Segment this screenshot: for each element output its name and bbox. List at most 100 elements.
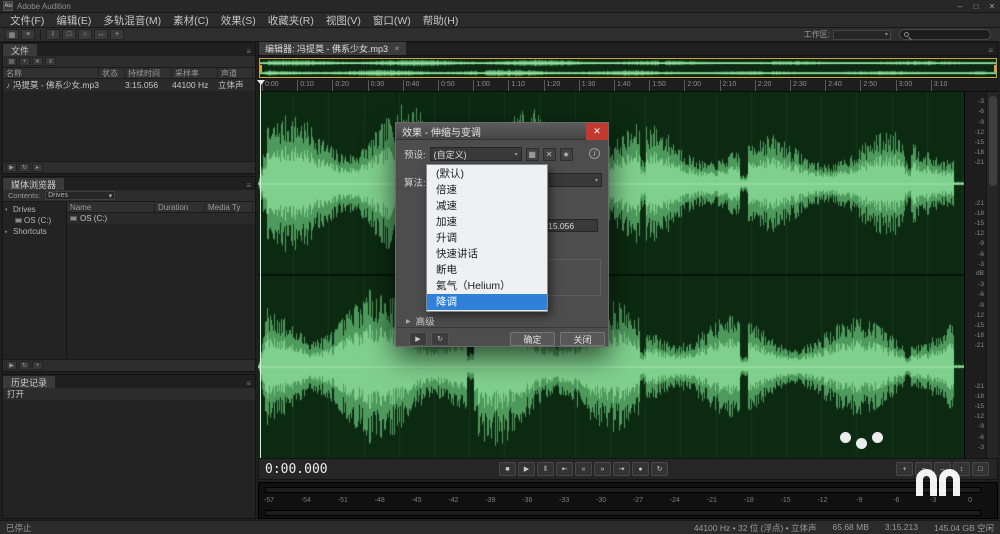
editor-tab[interactable]: 编辑器: 冯提莫 - 佛系少女.mp3 ✕ xyxy=(259,42,406,55)
tree-item-drives[interactable]: ▾ Drives xyxy=(3,204,66,215)
lasso-selection-tool-icon[interactable]: ○ xyxy=(78,29,92,40)
file-row[interactable]: ♪ 冯提莫 - 佛系少女.mp3 3:15.056 44100 Hz 立体声 xyxy=(3,79,255,91)
dialog-title-bar[interactable]: 效果 - 伸缩与变调 xyxy=(396,123,608,140)
rewind-button[interactable]: « xyxy=(575,462,592,476)
fast-forward-button[interactable]: » xyxy=(594,462,611,476)
delete-preset-icon[interactable]: ✕ xyxy=(542,147,556,161)
files-panel-menu-icon[interactable]: ≡ xyxy=(246,47,255,56)
algorithm-dropdown[interactable]: ▾ xyxy=(549,173,602,187)
loop-playback-icon[interactable]: ↻ xyxy=(19,163,30,172)
menu-item[interactable]: 窗口(W) xyxy=(367,13,417,28)
preset-option[interactable]: 加速 xyxy=(427,214,547,230)
column-header-media-name[interactable]: Name xyxy=(67,202,155,212)
record-button[interactable]: ● xyxy=(632,462,649,476)
history-panel-menu-icon[interactable]: ≡ xyxy=(246,379,255,388)
play-button[interactable]: ▶ xyxy=(518,462,535,476)
new-content-icon[interactable]: + xyxy=(19,57,30,66)
waveform-canvas[interactable] xyxy=(258,92,964,458)
search-input[interactable] xyxy=(899,29,991,40)
spot-healing-tool-icon[interactable]: + xyxy=(110,29,124,40)
slip-tool-icon[interactable]: ↔ xyxy=(94,29,108,40)
history-item[interactable]: 打开 xyxy=(3,388,255,400)
import-file-icon[interactable]: ▤ xyxy=(6,57,17,66)
play-media-icon[interactable]: ▶ xyxy=(6,361,17,370)
close-file-icon[interactable]: ✕ xyxy=(32,57,43,66)
menu-item[interactable]: 编辑(E) xyxy=(50,13,97,28)
media-row[interactable]: OS (C:) xyxy=(67,213,255,224)
favorite-preset-icon[interactable]: ★ xyxy=(559,147,573,161)
skip-to-start-button[interactable]: ⇤ xyxy=(556,462,573,476)
preset-option[interactable]: 快速讲话 xyxy=(427,246,547,262)
preview-play-button[interactable]: ▶ xyxy=(409,332,427,346)
insert-into-multitrack-icon[interactable]: ≡ xyxy=(45,57,56,66)
media-location-dropdown[interactable]: Drives ▾ xyxy=(45,191,116,200)
column-header-status[interactable]: 状态 xyxy=(99,68,125,78)
dialog-close-icon[interactable]: ✕ xyxy=(586,123,608,140)
close-window-button[interactable]: ✕ xyxy=(984,2,1000,11)
tree-item-shortcuts[interactable]: ▸ Shortcuts xyxy=(3,226,66,237)
menu-item[interactable]: 素材(C) xyxy=(167,13,215,28)
preset-option[interactable]: 减速 xyxy=(427,198,547,214)
time-selection-tool-icon[interactable]: I xyxy=(46,29,60,40)
menu-item[interactable]: 文件(F) xyxy=(4,13,50,28)
menu-item[interactable]: 帮助(H) xyxy=(417,13,465,28)
preset-option[interactable]: 升调 xyxy=(427,230,547,246)
media-panel-menu-icon[interactable]: ≡ xyxy=(246,181,255,190)
ok-button[interactable]: 确定 xyxy=(510,332,555,346)
waveform-view-icon[interactable]: ▦ xyxy=(5,29,19,40)
tab-media-browser[interactable]: 媒体浏览器 xyxy=(3,178,65,190)
marquee-selection-tool-icon[interactable]: □ xyxy=(62,29,76,40)
editor-panel-menu-icon[interactable]: ≡ xyxy=(988,46,997,55)
maximize-button[interactable]: □ xyxy=(968,2,984,11)
pause-button[interactable]: ‖ xyxy=(537,462,554,476)
overview-range-selector[interactable] xyxy=(259,58,997,78)
playhead[interactable] xyxy=(257,80,265,458)
play-file-icon[interactable]: ▶ xyxy=(6,163,17,172)
title-bar[interactable]: Au Adobe Audition – □ ✕ xyxy=(0,0,1000,13)
overview-navigator[interactable] xyxy=(258,57,998,79)
auto-play-icon[interactable]: ▸ xyxy=(32,163,43,172)
preset-dropdown[interactable]: (自定义) ▾ xyxy=(429,147,522,161)
menu-item[interactable]: 收藏夹(R) xyxy=(262,13,320,28)
tree-collapsed-icon[interactable]: ▸ xyxy=(5,229,11,235)
preset-option[interactable]: (默认) xyxy=(427,166,547,182)
scrollbar-thumb[interactable] xyxy=(989,96,997,186)
vertical-scrollbar[interactable] xyxy=(986,92,998,458)
column-header-name[interactable]: 名称 xyxy=(3,68,99,78)
loop-playback-button[interactable]: ↻ xyxy=(651,462,668,476)
minimize-button[interactable]: – xyxy=(952,2,968,11)
tab-files[interactable]: 文件 xyxy=(3,44,38,56)
waveform-display[interactable] xyxy=(258,92,964,458)
menu-item[interactable]: 视图(V) xyxy=(320,13,367,28)
menu-item[interactable]: 多轨混音(M) xyxy=(97,13,167,28)
add-shortcut-icon[interactable]: + xyxy=(32,361,43,370)
zoom-full-button[interactable]: □ xyxy=(972,462,989,476)
db-ruler[interactable]: -3 -3 -6 -6 -9 -9 -12 -12 -15 -15 -18 -18 -21 -21 -3 -3… xyxy=(964,92,986,458)
stop-button[interactable]: ■ xyxy=(499,462,516,476)
advanced-toggle[interactable]: ▶ 高级 xyxy=(406,314,435,328)
column-header-channels[interactable]: 声道 xyxy=(218,68,253,78)
close-dialog-button[interactable]: 关闭 xyxy=(560,332,605,346)
column-header-media-type[interactable]: Media Ty xyxy=(205,202,253,212)
column-header-sample-rate[interactable]: 采样率 xyxy=(172,68,218,78)
multitrack-view-icon[interactable]: ≡ xyxy=(21,29,35,40)
column-header-media-duration[interactable]: Duration xyxy=(155,202,205,212)
menu-item[interactable]: 效果(S) xyxy=(215,13,262,28)
preset-option[interactable]: 倍速 xyxy=(427,182,547,198)
zoom-in-button[interactable]: + xyxy=(896,462,913,476)
skip-to-end-button[interactable]: ⇥ xyxy=(613,462,630,476)
help-icon[interactable]: i xyxy=(589,148,600,159)
timeline-ruler[interactable]: 0:00 0:10 0:20 0:30 0:40 0:50 1:00 1:10 1:20 1:30… xyxy=(258,80,998,92)
levels-meter-panel[interactable]: -57 -54 -51 -48 -45 -42 -39 -36 -33 -30 -27 -24 -21-… xyxy=(258,482,998,519)
save-preset-icon[interactable]: ▦ xyxy=(525,147,539,161)
preset-option[interactable]: 氦气（Helium） xyxy=(427,278,547,294)
tree-expanded-icon[interactable]: ▾ xyxy=(5,207,11,213)
loop-media-icon[interactable]: ↻ xyxy=(19,361,30,370)
preset-option[interactable]: 降调 xyxy=(427,294,547,310)
tab-history[interactable]: 历史记录 xyxy=(3,376,56,388)
column-header-duration[interactable]: 持续时间 xyxy=(125,68,172,78)
tree-item-os-c[interactable]: OS (C:) xyxy=(3,215,66,226)
tab-close-icon[interactable]: ✕ xyxy=(394,45,400,53)
workspace-dropdown[interactable]: ▾ xyxy=(833,29,891,40)
preview-loop-button[interactable]: ↻ xyxy=(431,332,449,346)
